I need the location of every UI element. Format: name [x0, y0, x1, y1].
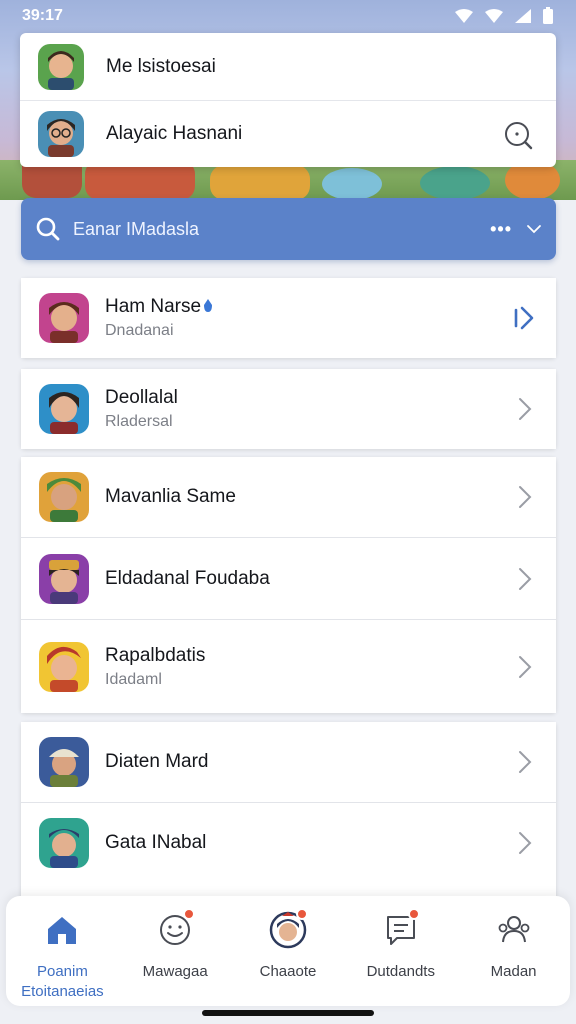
- signal-icon: [515, 9, 531, 23]
- avatar: [38, 43, 84, 90]
- nav-item-home[interactable]: Poanim Etoitanaeias: [6, 896, 119, 1006]
- list-item-texts: Diaten Mard: [105, 751, 516, 773]
- nav-item-dashboards[interactable]: Dutdandts: [344, 896, 457, 1006]
- avatar: [39, 384, 89, 434]
- status-time: 39:17: [22, 7, 63, 24]
- chevron-right-icon[interactable]: [516, 484, 534, 510]
- avatar: [38, 111, 84, 157]
- list-card: Mavanlia Same Eldadanal Foudaba Rapalbda…: [21, 457, 556, 713]
- list-item-texts: Gata INabal: [105, 832, 516, 854]
- list-card: Diaten Mard Gata INabal: [21, 722, 556, 902]
- list-item-subtitle: Dnadanai: [105, 322, 174, 339]
- nav-label-line: Poanim: [36, 963, 88, 980]
- avatar: [39, 472, 89, 522]
- avatar: [39, 553, 89, 604]
- list-item[interactable]: Mavanlia Same: [21, 457, 556, 537]
- chevron-right-icon[interactable]: [516, 749, 534, 775]
- avatar: [39, 641, 89, 692]
- list-item-subtitle: Rladersal: [105, 413, 173, 430]
- nav-label-line: Etoitanaeias: [21, 983, 104, 1000]
- list-item-title: Ham Narse: [105, 296, 510, 318]
- avatar: [39, 293, 89, 343]
- account-name: Alayaic Hasnani: [106, 123, 243, 144]
- account-name: Me lsistoesai: [106, 55, 216, 77]
- verified-icon: [204, 299, 213, 312]
- home-icon: [48, 917, 77, 944]
- notification-badge: [295, 908, 308, 920]
- list-card: Deollalal Rladersal: [21, 369, 556, 449]
- avatar: [39, 818, 89, 868]
- list-item-title: Deollalal: [105, 387, 178, 408]
- bottom-nav: Poanim Etoitanaeias Mawagaa Chaaote Dutd…: [6, 896, 570, 1006]
- search-icon[interactable]: [502, 119, 534, 151]
- notification-badge: [182, 908, 195, 920]
- list-item-title: Diaten Mard: [105, 751, 209, 772]
- search-input[interactable]: Eanar IMadasla: [73, 219, 490, 240]
- list-card: Ham Narse Dnadanai: [21, 278, 556, 358]
- people-icon: [498, 916, 529, 943]
- chevron-right-icon[interactable]: [516, 654, 534, 680]
- list-item-title: Eldadanal Foudaba: [105, 567, 270, 589]
- list-item-title: Rapalbdatis: [105, 644, 206, 666]
- account-row[interactable]: Alayaic Hasnani: [20, 100, 556, 167]
- status-icons: [454, 7, 554, 25]
- list-item[interactable]: Diaten Mard: [21, 722, 556, 802]
- list-item[interactable]: Gata INabal: [21, 803, 556, 883]
- chevron-down-icon[interactable]: [526, 221, 542, 237]
- nav-item-character[interactable]: Chaaote: [232, 896, 345, 1006]
- nav-label: Dutdandts: [366, 963, 435, 980]
- list-item-title: Mavanlia Same: [105, 486, 236, 507]
- home-indicator[interactable]: [202, 1010, 374, 1016]
- list-item[interactable]: Ham Narse Dnadanai: [21, 278, 556, 358]
- chevron-right-icon[interactable]: [516, 396, 534, 422]
- more-icon[interactable]: •••: [490, 219, 512, 240]
- account-row[interactable]: Me lsistoesai: [20, 33, 556, 100]
- list-item-title-text: Ham Narse: [105, 296, 202, 317]
- list-item-texts: Mavanlia Same: [105, 486, 516, 508]
- list-item-texts: Eldadanal Foudaba: [105, 568, 516, 590]
- list-item-texts: Deollalal Rladersal: [105, 387, 516, 431]
- list-item[interactable]: Deollalal Rladersal: [21, 369, 556, 449]
- avatar: [39, 737, 89, 787]
- status-bar: 39:17: [0, 0, 576, 32]
- art-cart: [210, 165, 310, 200]
- search-bar[interactable]: Eanar IMadasla •••: [21, 198, 556, 260]
- list-item-texts: Rapalbdatis Idadaml: [105, 645, 516, 689]
- list-item[interactable]: Rapalbdatis Idadaml: [21, 620, 556, 713]
- nav-label: Mawagaa: [142, 963, 208, 980]
- nav-item-people[interactable]: Madan: [457, 896, 570, 1006]
- nav-label: Poanim Etoitanaeias: [6, 962, 119, 1002]
- nav-label: Chaaote: [259, 963, 317, 980]
- battery-icon: [543, 7, 553, 24]
- wifi-icon: [455, 9, 473, 23]
- art-creature-blue: [322, 168, 382, 200]
- chevron-right-icon[interactable]: [510, 304, 538, 332]
- chevron-right-icon[interactable]: [516, 566, 534, 592]
- list-item-texts: Ham Narse Dnadanai: [105, 296, 510, 340]
- art-creature-green: [420, 166, 490, 200]
- list-item[interactable]: Eldadanal Foudaba: [21, 538, 556, 619]
- chevron-right-icon[interactable]: [516, 830, 534, 856]
- nav-label: Madan: [490, 963, 537, 980]
- account-switcher: Me lsistoesai Alayaic Hasnani: [20, 33, 556, 167]
- list-item-title: Gata INabal: [105, 832, 207, 853]
- list-item-subtitle: Idadaml: [105, 670, 162, 688]
- nav-item-messages[interactable]: Mawagaa: [119, 896, 232, 1006]
- search-icon: [36, 217, 60, 241]
- wifi-icon: [485, 9, 503, 23]
